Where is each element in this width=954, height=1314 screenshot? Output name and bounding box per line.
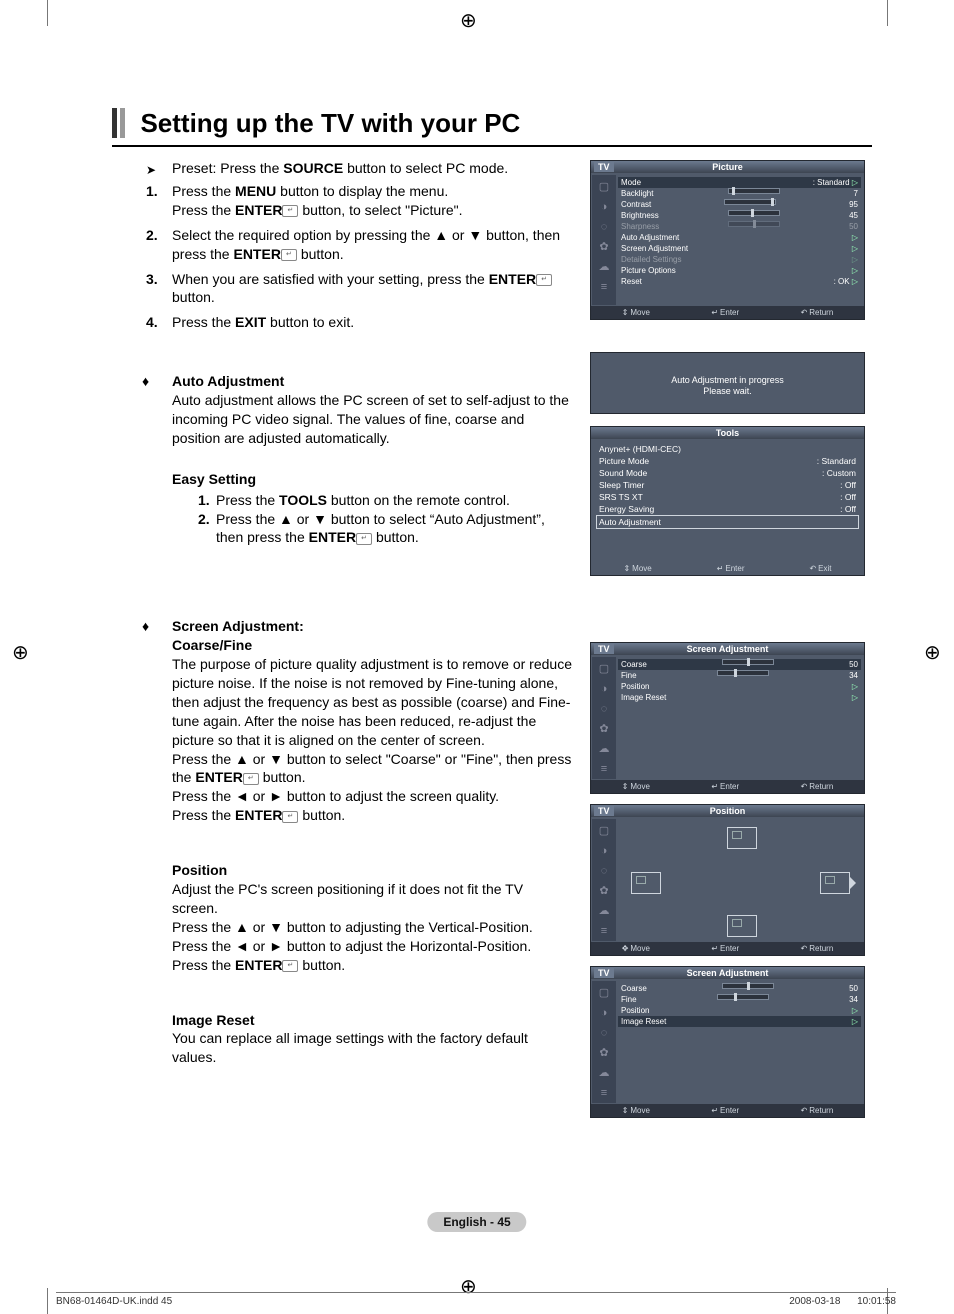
osd-icon-column: ▢◑◌✿☁≡ <box>592 657 616 779</box>
osd-picture-menu: TV Picture ▢◑◌✿☁≡ Mode: Standard ▷Backli… <box>590 160 865 320</box>
bullet-icon: ♦ <box>142 372 149 391</box>
osd-footer: ⇕Move ↵Enter ↶Return <box>591 1104 864 1117</box>
section-screen-adjustment: ♦ Screen Adjustment: Coarse/Fine The pur… <box>146 617 572 825</box>
crop-mark <box>46 0 48 26</box>
bullet-icon: ♦ <box>142 617 149 636</box>
arrow-right-icon <box>820 872 850 894</box>
osd-screen-adjustment: TV Screen Adjustment ▢◑◌✿☁≡ Coarse50Fine… <box>590 642 865 794</box>
registration-mark-left: ⊕ <box>12 640 29 665</box>
enter-icon: ↵ <box>536 274 552 286</box>
enter-icon: ↵ <box>243 773 259 785</box>
step-1: 1. Press the MENU button to display the … <box>146 182 566 220</box>
registration-mark-right: ⊕ <box>924 640 941 665</box>
page-title: Setting up the TV with your PC <box>140 108 520 138</box>
osd-footer: ✥Move ↵Enter ↶Return <box>591 942 864 955</box>
osd-tools-menu: Tools Anynet+ (HDMI-CEC)Picture Mode: St… <box>590 426 865 576</box>
section-image-reset: Image Reset You can replace all image se… <box>146 1011 572 1068</box>
enter-icon: ↵ <box>282 960 298 972</box>
page-number: English - 45 <box>427 1212 526 1232</box>
osd-screen-adjustment-2: TV Screen Adjustment ▢◑◌✿☁≡ Coarse50Fine… <box>590 966 865 1118</box>
osd-icon-column: ▢◑◌✿☁≡ <box>592 981 616 1103</box>
osd-position: TV Position ▢◑◌✿☁≡ ✥Move ↵Enter ↶Return <box>590 804 865 956</box>
osd-footer: ⇕Move ↵Enter ↶Exit <box>591 562 864 575</box>
section-position: Position Adjust the PC's screen position… <box>146 861 572 974</box>
arrow-down-icon <box>727 915 757 937</box>
section-auto-adjustment: ♦ Auto Adjustment Auto adjustment allows… <box>146 372 572 448</box>
crop-mark <box>886 0 888 26</box>
osd-auto-adjustment: Auto Adjustment in progressPlease wait. <box>590 352 865 414</box>
registration-mark-top: ⊕ <box>460 8 477 33</box>
osd-icon-column: ▢◑◌✿☁≡ <box>592 175 616 305</box>
instruction-steps: 1. Press the MENU button to display the … <box>146 182 566 332</box>
arrow-left-icon <box>631 872 661 894</box>
section-easy-setting: Easy Setting 1.Press the TOOLS button on… <box>146 470 572 548</box>
arrow-icon: ➤ <box>146 163 156 177</box>
page-heading: Setting up the TV with your PC <box>112 108 872 147</box>
step-2: 2. Select the required option by pressin… <box>146 226 566 264</box>
arrow-up-icon <box>727 827 757 849</box>
enter-icon: ↵ <box>356 533 372 545</box>
enter-icon: ↵ <box>282 811 298 823</box>
osd-footer: ⇕Move ↵Enter ↶Return <box>591 306 864 319</box>
osd-footer: ⇕Move ↵Enter ↶Return <box>591 780 864 793</box>
step-4: 4. Press the EXIT button to exit. <box>146 313 566 332</box>
crop-mark <box>46 1288 48 1314</box>
enter-icon: ↵ <box>281 249 297 261</box>
print-footer: BN68-01464D-UK.indd 45 2008-03-18 10:01:… <box>56 1292 896 1296</box>
step-3: 3. When you are satisfied with your sett… <box>146 270 566 308</box>
osd-icon-column: ▢◑◌✿☁≡ <box>592 819 616 941</box>
enter-icon: ↵ <box>282 205 298 217</box>
